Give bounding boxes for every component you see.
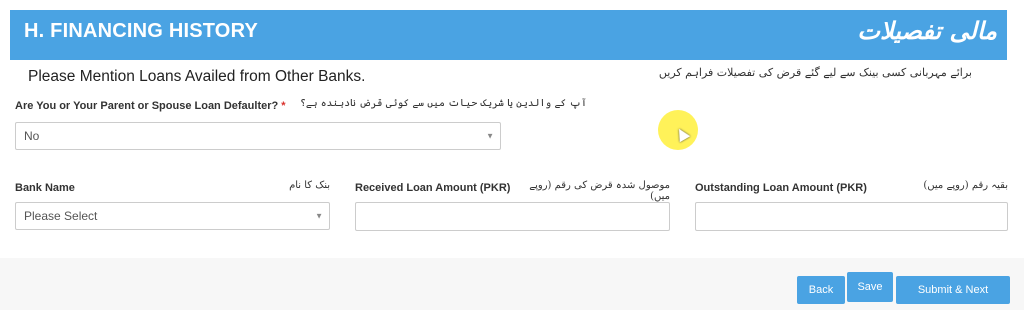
bank-name-select-value: Please Select <box>24 209 98 223</box>
outstanding-loan-input[interactable] <box>695 202 1008 231</box>
defaulter-label-text: Are You or Your Parent or Spouse Loan De… <box>15 100 279 112</box>
received-loan-label-urdu: موصول شدہ قرض کی رقم (روپے میں) <box>529 180 670 202</box>
section-title: H. FINANCING HISTORY <box>24 20 259 42</box>
defaulter-label: Are You or Your Parent or Spouse Loan De… <box>15 100 286 112</box>
intro-text-urdu: برائے مہربانی کسی بینک سے لیے گئے قرض کی… <box>658 66 972 79</box>
required-marker: * <box>281 100 286 112</box>
section-title-urdu: مالی تفصیلات <box>857 16 997 45</box>
received-loan-label: Received Loan Amount (PKR) <box>355 182 511 194</box>
bank-name-select[interactable]: Please Select ▼ <box>15 202 330 230</box>
save-button[interactable]: Save <box>847 272 893 302</box>
intro-text: Please Mention Loans Availed from Other … <box>28 68 366 85</box>
submit-next-button[interactable]: Submit & Next <box>896 276 1010 304</box>
bank-name-label-urdu: بنک کا نام <box>289 180 330 191</box>
outstanding-loan-label: Outstanding Loan Amount (PKR) <box>695 182 867 194</box>
defaulter-select-value: No <box>24 129 40 143</box>
defaulter-label-urdu: آپ کے والدین یا شریک حیات میں سے کوئی قر… <box>300 98 587 109</box>
outstanding-loan-label-urdu: بقیہ رقم (روپے میں) <box>923 180 1008 191</box>
chevron-down-icon: ▼ <box>315 211 323 221</box>
section-header: H. FINANCING HISTORY مالی تفصیلات <box>10 10 1007 60</box>
defaulter-select[interactable]: No ▼ <box>15 122 501 150</box>
received-loan-input[interactable] <box>355 202 670 231</box>
chevron-down-icon: ▼ <box>486 131 494 141</box>
back-button[interactable]: Back <box>797 276 845 304</box>
bank-name-label: Bank Name <box>15 182 75 194</box>
